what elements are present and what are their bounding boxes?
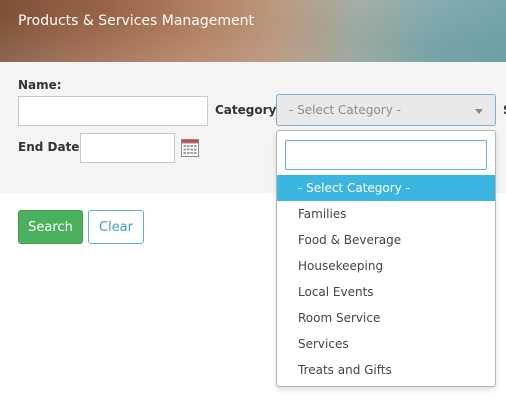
page-header: Products & Services Management	[0, 0, 506, 62]
chevron-down-icon	[475, 109, 483, 114]
name-label: Name:	[18, 78, 62, 92]
end-date-label: End Date:	[18, 140, 85, 154]
dropdown-option[interactable]: - Select Category -	[277, 175, 495, 201]
page-title: Products & Services Management	[18, 13, 254, 29]
dropdown-option[interactable]: Local Events	[277, 279, 495, 305]
dropdown-options: - Select Category - Families Food & Beve…	[277, 175, 495, 383]
dropdown-option[interactable]: Families	[277, 201, 495, 227]
category-select[interactable]: - Select Category -	[276, 94, 496, 126]
dropdown-option[interactable]: Services	[277, 331, 495, 357]
name-input[interactable]	[18, 96, 208, 126]
dropdown-option[interactable]: Food & Beverage	[277, 227, 495, 253]
search-button[interactable]: Search	[18, 210, 83, 244]
category-label: Category:	[215, 103, 282, 117]
dropdown-option[interactable]: Room Service	[277, 305, 495, 331]
dropdown-search-input[interactable]	[285, 140, 487, 170]
dropdown-option[interactable]: Treats and Gifts	[277, 357, 495, 383]
calendar-icon[interactable]	[181, 139, 199, 157]
clear-button[interactable]: Clear	[88, 210, 144, 244]
category-selected-value: - Select Category -	[289, 103, 401, 117]
dropdown-option[interactable]: Housekeeping	[277, 253, 495, 279]
category-dropdown: - Select Category - Families Food & Beve…	[276, 130, 496, 387]
end-date-input[interactable]	[80, 133, 175, 163]
